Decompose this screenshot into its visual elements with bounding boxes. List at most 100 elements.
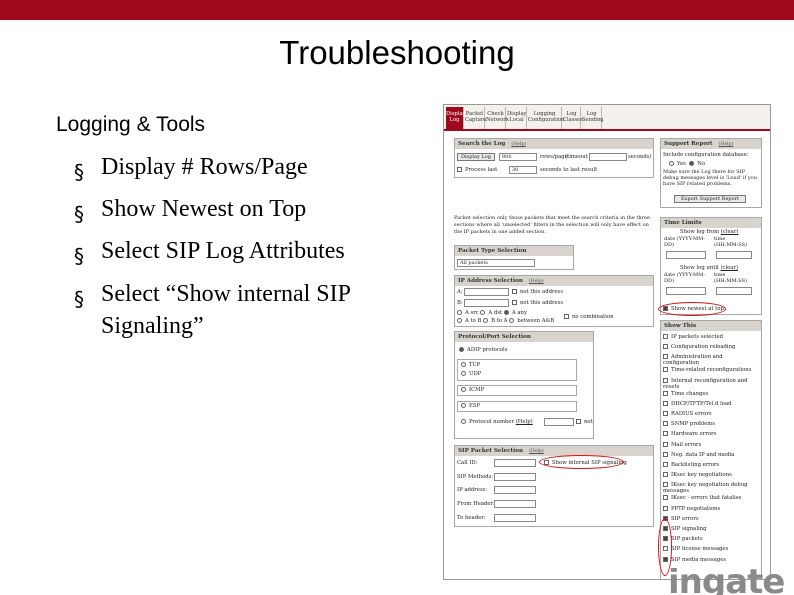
time-limits-header: Time Limits [661,218,761,228]
show-this-label: SIP packets [671,536,703,543]
tab-check-network[interactable]: Check Network [486,107,509,129]
show-this-checkbox[interactable] [663,495,668,501]
show-this-checkbox[interactable] [663,441,668,447]
bullet-item: § Show Newest on Top [72,194,402,226]
help-link[interactable]: (Help) [511,142,526,147]
show-this-label: SIP media messages [671,556,727,563]
a-src-radio[interactable] [457,310,462,315]
protocol-not-checkbox[interactable] [576,419,581,424]
rows-per-page-input[interactable]: 800 [499,153,537,161]
icmp-radio[interactable] [461,387,466,392]
show-this-checkbox[interactable] [663,482,668,488]
combination-checkbox[interactable] [564,314,569,319]
b-label: B: [457,300,463,306]
show-this-checkbox[interactable] [663,451,668,457]
highlight-show-newest [658,302,726,316]
a-any-radio[interactable] [503,310,509,315]
process-last-input[interactable]: 30 [509,166,537,174]
show-this-label: SIP license messages [671,546,729,553]
tab-log-classes[interactable]: Log Classes [563,107,583,129]
tab-packet-capture[interactable]: Packet Capture [465,107,486,129]
show-this-checkbox[interactable] [663,462,668,467]
ip-a-input[interactable] [464,288,509,296]
udp-radio[interactable] [461,371,466,376]
seconds-to-last-label: seconds to last result [540,167,598,173]
display-log-button[interactable]: Display Log [457,153,495,161]
clear-until-link[interactable]: (clear) [720,265,738,271]
esp-radio[interactable] [461,403,466,408]
from-time-input[interactable] [716,251,752,259]
timeout-input[interactable] [589,153,627,161]
help-link[interactable]: (Help) [516,419,533,425]
show-this-checkbox[interactable] [663,505,668,511]
show-this-checkbox[interactable] [663,390,668,396]
show-this-checkbox[interactable] [663,431,668,437]
clear-from-link[interactable]: (clear) [721,229,739,235]
packet-type-header: Packet Type Selection [455,246,573,256]
show-this-checkbox[interactable] [663,411,668,416]
show-this-checkbox[interactable] [663,377,668,383]
help-link[interactable]: (Help) [529,449,544,454]
show-this-item: DHCP/TFTP/Tel.d load [663,400,732,407]
sip-methods-input[interactable] [494,473,536,481]
show-this-item: IKsec key negotiations [663,472,732,478]
combination-row: no combination [564,314,614,321]
process-last-checkbox[interactable] [457,167,462,172]
show-this-checkbox[interactable] [663,367,668,373]
a-not-row: not this address [512,289,563,296]
no-radio[interactable] [689,161,695,166]
show-this-checkbox[interactable] [663,334,668,339]
protocol-number-radio[interactable] [461,419,466,424]
show-this-checkbox[interactable] [663,400,668,406]
show-this-label: Backlisting errors [671,462,720,468]
b-not-row: not this address [512,300,563,307]
tab-logging-configuration[interactable]: Logging Configuration [528,107,564,129]
show-from-label: Show log from (clear) [680,229,739,235]
from-header-input[interactable] [494,500,536,508]
help-link[interactable]: (Help) [719,142,734,147]
bullet-list: § Display # Rows/Page § Show Newest on Top… [72,152,402,354]
support-report-header: Support Report (Help) [661,139,761,149]
packet-type-select[interactable]: All packets [457,259,535,267]
protocol-number-input[interactable] [544,418,574,426]
search-note: Packet selection only those packets that… [454,215,650,235]
a-to-b-radio[interactable] [457,318,462,323]
show-this-header: Show This [661,321,761,331]
show-this-label: DHCP/TFTP/Tel.d load [671,400,732,407]
show-this-item: Administration and configuration [663,354,759,366]
show-this-label: Time changes [671,390,709,397]
b-to-a-radio[interactable] [483,318,489,323]
until-time-input[interactable] [716,287,752,295]
highlight-show-internal [539,455,624,469]
to-header-input[interactable] [494,514,536,522]
show-this-checkbox[interactable] [663,421,668,427]
process-last-row: Process last [457,167,497,174]
tab-display-log[interactable]: Display Log [446,107,465,129]
sip-ip-input[interactable] [494,486,536,494]
call-id-input[interactable] [494,459,536,467]
show-this-item: Neg. data IP and media [663,451,734,458]
show-this-checkbox[interactable] [663,354,668,360]
adip-radio[interactable] [459,347,464,352]
show-this-checkbox[interactable] [663,344,668,350]
rows-label: rows/page [540,154,568,160]
help-link[interactable]: (Help) [529,279,544,284]
tab-display-local[interactable]: Display Local [507,107,527,129]
tab-log-sending[interactable]: Log Sending [582,107,604,129]
ip-b-input[interactable] [464,299,509,307]
sip-methods-label: SIP Methods: [457,474,494,480]
show-this-item: Time changes [663,390,709,397]
between-radio[interactable] [509,318,515,323]
until-date-input[interactable] [666,287,706,295]
b-not-checkbox[interactable] [512,300,517,305]
yes-radio[interactable] [669,161,674,166]
show-this-item: Backlisting errors [663,462,719,468]
from-date-input[interactable] [666,251,706,259]
show-this-checkbox[interactable] [663,472,668,478]
protocol-esp: ESP [461,403,480,410]
tcp-radio[interactable] [461,362,466,367]
a-dst-radio[interactable] [480,310,486,315]
a-not-checkbox[interactable] [512,289,517,294]
export-support-button[interactable]: Export Support Report [674,195,746,203]
ip-options-row2: A to B B to A between A&B [457,318,554,325]
